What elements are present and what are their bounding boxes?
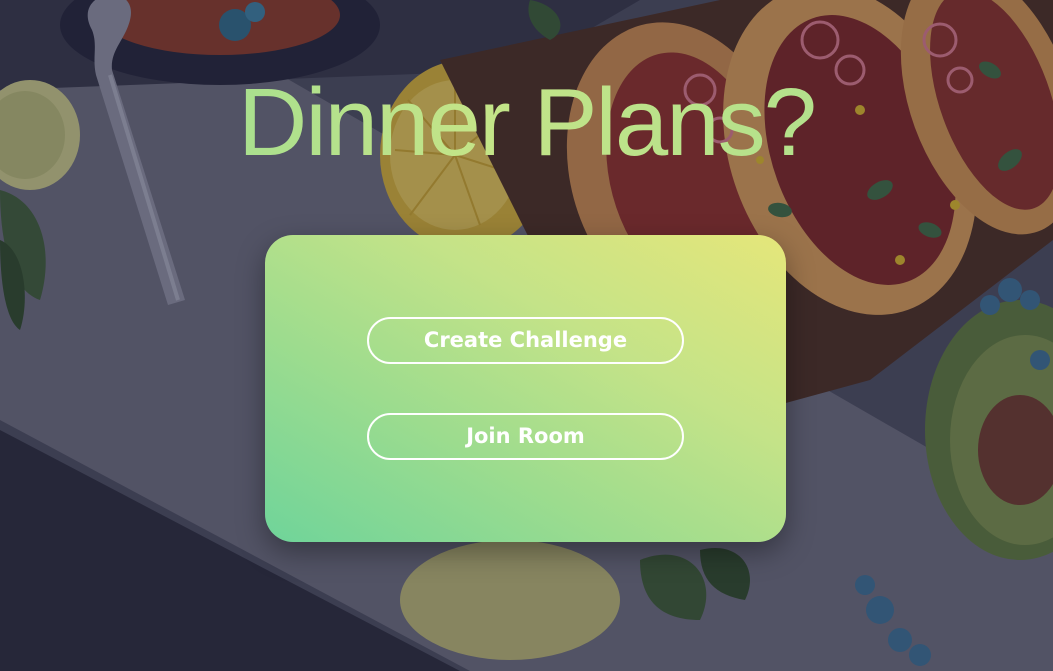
join-room-button[interactable]: Join Room: [367, 413, 684, 460]
page-title: Dinner Plans?: [0, 70, 1053, 176]
action-card: Create Challenge Join Room: [265, 235, 786, 542]
create-challenge-button[interactable]: Create Challenge: [367, 317, 684, 364]
